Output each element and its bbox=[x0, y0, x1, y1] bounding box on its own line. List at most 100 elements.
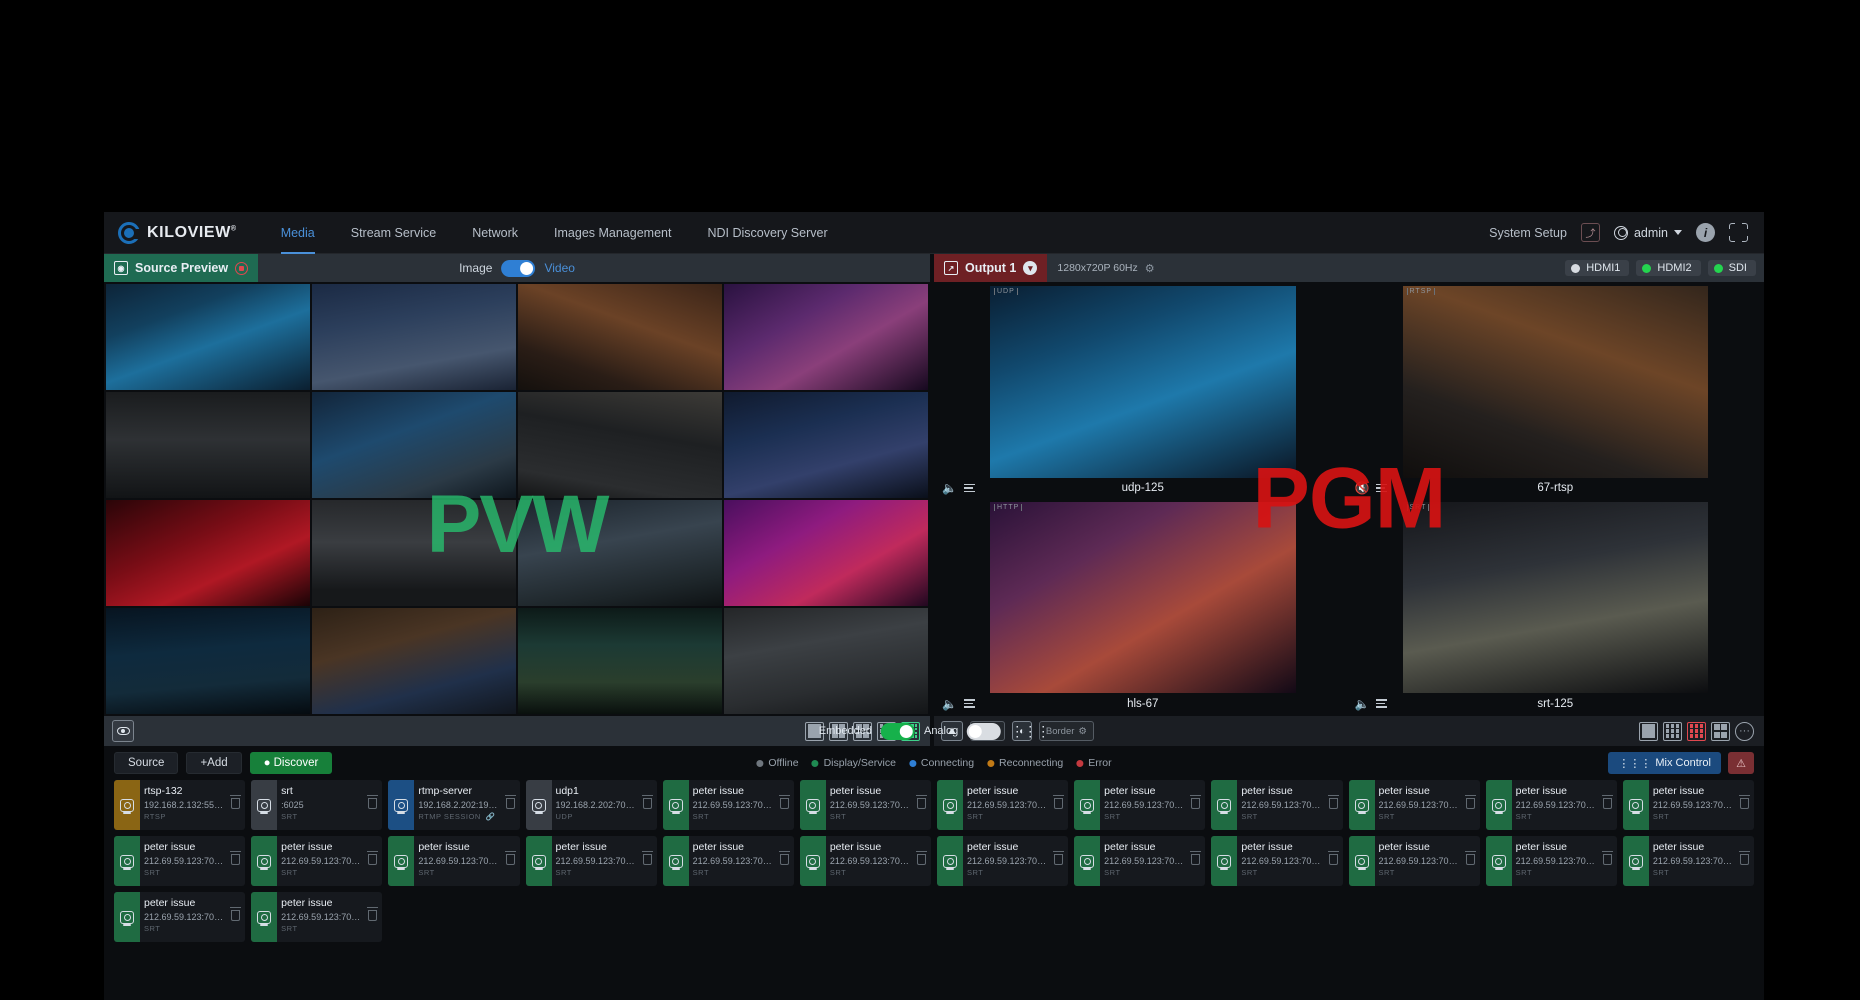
source-card[interactable]: peter issue212.69.59.123:7001SRT bbox=[663, 836, 794, 886]
chevron-down-icon[interactable]: ▾ bbox=[1023, 261, 1037, 275]
delete-source-icon[interactable] bbox=[231, 798, 240, 809]
preview-thumb[interactable] bbox=[518, 392, 722, 498]
nav-item-stream-service[interactable]: Stream Service bbox=[333, 212, 454, 254]
delete-source-icon[interactable] bbox=[780, 854, 789, 865]
output-cell[interactable]: SRT 🔈 srt-125 bbox=[1351, 502, 1761, 715]
nav-item-images-management[interactable]: Images Management bbox=[536, 212, 689, 254]
layout-9-button[interactable] bbox=[1663, 722, 1682, 741]
source-card[interactable]: peter issue212.69.59.123:7001SRT bbox=[800, 836, 931, 886]
preview-thumb[interactable] bbox=[106, 392, 310, 498]
delete-source-icon[interactable] bbox=[917, 798, 926, 809]
delete-source-icon[interactable] bbox=[231, 854, 240, 865]
preview-thumb[interactable] bbox=[518, 608, 722, 714]
more-options-icon[interactable]: ··· bbox=[1735, 722, 1754, 741]
gear-icon[interactable]: ⚙ bbox=[1145, 262, 1155, 275]
delete-source-icon[interactable] bbox=[1191, 798, 1200, 809]
source-card[interactable]: rtsp-132192.168.2.132:554/ch01RTSP bbox=[114, 780, 245, 830]
analog-switch[interactable] bbox=[967, 723, 1001, 740]
delete-source-icon[interactable] bbox=[1329, 798, 1338, 809]
layout-grid-red-button[interactable] bbox=[1687, 722, 1706, 741]
preview-thumb[interactable] bbox=[518, 500, 722, 606]
delete-source-icon[interactable] bbox=[643, 798, 652, 809]
preview-thumb[interactable] bbox=[724, 500, 928, 606]
delete-source-icon[interactable] bbox=[917, 854, 926, 865]
delete-source-icon[interactable] bbox=[1466, 854, 1475, 865]
close-circle-icon[interactable] bbox=[235, 262, 248, 275]
preview-thumb[interactable] bbox=[312, 284, 516, 390]
source-card[interactable]: peter issue212.69.59.123:7001SRT bbox=[388, 836, 519, 886]
system-setup-link[interactable]: System Setup bbox=[1489, 226, 1567, 240]
source-card[interactable]: peter issue212.69.59.123:7001SRT bbox=[114, 836, 245, 886]
layout-4-button[interactable] bbox=[1711, 722, 1730, 741]
embedded-switch[interactable] bbox=[881, 723, 915, 740]
delete-source-icon[interactable] bbox=[231, 910, 240, 921]
source-card[interactable]: peter issue212.69.59.123:7001SRT bbox=[1074, 780, 1205, 830]
delete-source-icon[interactable] bbox=[1054, 854, 1063, 865]
delete-source-icon[interactable] bbox=[368, 854, 377, 865]
delete-source-icon[interactable] bbox=[368, 910, 377, 921]
delete-source-icon[interactable] bbox=[1740, 798, 1749, 809]
source-card[interactable]: srt:6025SRT bbox=[251, 780, 382, 830]
layout-1-button[interactable] bbox=[1639, 722, 1658, 741]
brand-logo[interactable]: KILOVIEW® bbox=[104, 222, 237, 244]
delete-source-icon[interactable] bbox=[1603, 854, 1612, 865]
output-cell[interactable]: UDP 🔈 udp-125 bbox=[938, 286, 1348, 499]
delete-source-icon[interactable] bbox=[506, 798, 515, 809]
mix-control-button[interactable]: ⋮⋮⋮Mix Control bbox=[1608, 752, 1721, 774]
nav-item-network[interactable]: Network bbox=[454, 212, 536, 254]
info-icon[interactable]: i bbox=[1696, 223, 1715, 242]
delete-source-icon[interactable] bbox=[506, 854, 515, 865]
delete-source-icon[interactable] bbox=[368, 798, 377, 809]
eye-icon[interactable] bbox=[112, 720, 134, 742]
output-title[interactable]: ↗ Output 1 ▾ bbox=[934, 254, 1047, 282]
add-source-button[interactable]: +Add bbox=[186, 752, 241, 774]
source-card[interactable]: peter issue212.69.59.123:7001SRT bbox=[1349, 836, 1480, 886]
preview-thumb[interactable] bbox=[312, 608, 516, 714]
preview-thumb[interactable] bbox=[724, 392, 928, 498]
source-card[interactable]: peter issue212.69.59.123:7001SRT bbox=[1074, 836, 1205, 886]
preview-thumb[interactable] bbox=[724, 608, 928, 714]
port-chip-sdi[interactable]: SDI bbox=[1708, 260, 1756, 276]
discover-button[interactable]: ●Discover bbox=[250, 752, 333, 774]
user-menu[interactable]: admin bbox=[1614, 226, 1682, 240]
source-card[interactable]: peter issue212.69.59.123:7001SRT bbox=[1623, 836, 1754, 886]
delete-source-icon[interactable] bbox=[1191, 854, 1200, 865]
preview-thumb[interactable] bbox=[106, 608, 310, 714]
delete-source-icon[interactable] bbox=[1603, 798, 1612, 809]
source-card[interactable]: peter issue212.69.59.123:7001SRT bbox=[526, 836, 657, 886]
delete-source-icon[interactable] bbox=[780, 798, 789, 809]
sliders-icon[interactable]: ⋮⋮⋮ bbox=[1010, 723, 1049, 740]
port-chip-hdmi2[interactable]: HDMI2 bbox=[1636, 260, 1700, 276]
source-card[interactable]: peter issue212.69.59.123:7001SRT bbox=[663, 780, 794, 830]
delete-source-icon[interactable] bbox=[1740, 854, 1749, 865]
delete-source-icon[interactable] bbox=[1466, 798, 1475, 809]
delete-source-icon[interactable] bbox=[1329, 854, 1338, 865]
preview-thumb[interactable] bbox=[312, 392, 516, 498]
source-card[interactable]: rtmp-server192.168.2.202:1935/live/...RT… bbox=[388, 780, 519, 830]
image-video-switch[interactable] bbox=[501, 260, 535, 277]
source-card[interactable]: peter issue212.69.59.123:7001SRT bbox=[1211, 780, 1342, 830]
output-cell[interactable]: RTSP 🔇 67-rtsp bbox=[1351, 286, 1761, 499]
preview-thumb[interactable] bbox=[312, 500, 516, 606]
source-card[interactable]: peter issue212.69.59.123:7001SRT bbox=[800, 780, 931, 830]
source-card[interactable]: peter issue212.69.59.123:7001SRT bbox=[1486, 780, 1617, 830]
source-card[interactable]: peter issue212.69.59.123:7001SRT bbox=[937, 836, 1068, 886]
source-card[interactable]: peter issue212.69.59.123:7001SRT bbox=[251, 836, 382, 886]
preview-thumb[interactable] bbox=[106, 500, 310, 606]
source-card[interactable]: peter issue212.69.59.123:7001SRT bbox=[114, 892, 245, 942]
source-card[interactable]: peter issue212.69.59.123:7001SRT bbox=[251, 892, 382, 942]
upgrade-icon[interactable]: ⤴ bbox=[1581, 223, 1600, 242]
source-card[interactable]: peter issue212.69.59.123:7001SRT bbox=[1623, 780, 1754, 830]
alert-icon[interactable]: ⚠ bbox=[1728, 752, 1754, 774]
delete-source-icon[interactable] bbox=[643, 854, 652, 865]
nav-item-media[interactable]: Media bbox=[263, 212, 333, 254]
source-card[interactable]: peter issue212.69.59.123:7001SRT bbox=[937, 780, 1068, 830]
preview-thumb[interactable] bbox=[724, 284, 928, 390]
preview-thumb[interactable] bbox=[518, 284, 722, 390]
source-card[interactable]: udp1192.168.2.202:7020UDP bbox=[526, 780, 657, 830]
source-card[interactable]: peter issue212.69.59.123:7001SRT bbox=[1211, 836, 1342, 886]
preview-thumb[interactable] bbox=[106, 284, 310, 390]
fullscreen-icon[interactable] bbox=[1729, 223, 1748, 242]
delete-source-icon[interactable] bbox=[1054, 798, 1063, 809]
source-button[interactable]: Source bbox=[114, 752, 178, 774]
